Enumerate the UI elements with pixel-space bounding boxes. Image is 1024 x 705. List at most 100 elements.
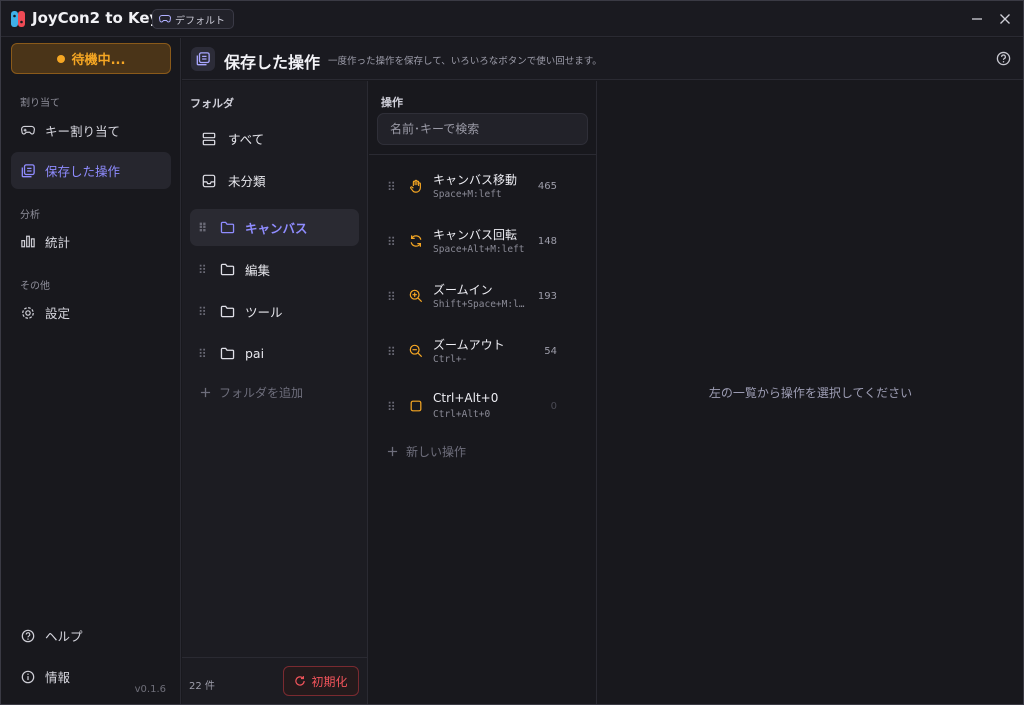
- folder-edit[interactable]: ⠿ 編集: [190, 251, 359, 288]
- actions-panel: 操作 ⠿ キャンバス移動 Space+M:left 465 ⠿ キャンバス回転 …: [369, 81, 597, 704]
- version-label: v0.1.6: [134, 684, 166, 695]
- layers-icon: [196, 52, 210, 66]
- action-name: ズームイン: [433, 283, 493, 297]
- drag-handle-icon[interactable]: ⠿: [387, 235, 396, 249]
- folder-icon: [220, 347, 235, 360]
- page-title: 保存した操作: [224, 53, 321, 72]
- folder-label: 編集: [245, 263, 271, 278]
- detail-panel: 左の一覧から操作を選択してください: [598, 81, 1023, 704]
- action-count: 193: [537, 291, 557, 302]
- drag-handle-icon[interactable]: ⠿: [198, 348, 207, 360]
- action-count: 465: [537, 181, 557, 192]
- search-input[interactable]: [377, 113, 588, 145]
- action-item[interactable]: ⠿ キャンバス回転 Space+Alt+M:left 148: [369, 217, 597, 267]
- app-logo-icon: [11, 11, 25, 27]
- nav-key-assign[interactable]: キー割り当て: [11, 112, 171, 149]
- folders-label: フォルダ: [190, 97, 234, 110]
- inbox-icon: [202, 174, 216, 187]
- zoom-out-icon: [409, 344, 423, 358]
- stack-icon: [202, 132, 216, 145]
- folder-tools[interactable]: ⠿ ツール: [190, 293, 359, 330]
- saved-ops-header-icon: [191, 47, 215, 71]
- new-action-button[interactable]: 新しい操作: [387, 443, 466, 460]
- rotate-icon: [410, 235, 422, 247]
- drag-handle-icon[interactable]: ⠿: [387, 400, 396, 414]
- help-icon: [21, 629, 35, 642]
- drag-handle-icon[interactable]: ⠿: [387, 290, 396, 304]
- help-icon[interactable]: [996, 51, 1011, 66]
- nav-label: ヘルプ: [45, 629, 83, 644]
- nav-help[interactable]: ヘルプ: [11, 617, 171, 654]
- minimize-icon: [972, 18, 982, 20]
- folder-label: 未分類: [228, 174, 266, 189]
- folder-canvas[interactable]: ⠿ キャンバス: [190, 209, 359, 246]
- drag-handle-icon[interactable]: ⠿: [387, 345, 396, 359]
- nav-saved-ops[interactable]: 保存した操作: [11, 152, 171, 189]
- folder-icon: [220, 305, 235, 318]
- sidebar: 待機中... 割り当て キー割り当て 保存した操作 分析 統計 その他 設定 ヘ…: [1, 38, 181, 704]
- action-count: 0: [550, 401, 557, 412]
- action-item[interactable]: ⠿ ズームアウト Ctrl+- 54: [369, 327, 597, 377]
- page-subtitle: 一度作った操作を保存して、いろいろなボタンで使い回せます。: [328, 56, 602, 67]
- actions-label: 操作: [381, 96, 403, 109]
- status-button[interactable]: 待機中...: [11, 43, 171, 74]
- folder-label: すべて: [228, 132, 265, 147]
- folder-icon: [220, 221, 235, 234]
- nav-settings[interactable]: 設定: [11, 294, 171, 331]
- folder-uncategorized[interactable]: 未分類: [190, 162, 359, 199]
- status-dot: [56, 54, 65, 63]
- section-label-assign: 割り当て: [20, 98, 60, 109]
- section-label-analysis: 分析: [20, 210, 40, 221]
- gamepad-icon: [159, 15, 171, 23]
- nav-label: 統計: [45, 235, 71, 250]
- action-name: ズームアウト: [433, 338, 505, 352]
- reset-button[interactable]: 初期化: [283, 666, 359, 696]
- folder-label: ツール: [245, 305, 283, 320]
- action-item[interactable]: ⠿ Ctrl+Alt+0 Ctrl+Alt+0 0: [369, 382, 597, 432]
- action-keys: Ctrl+-: [433, 354, 468, 365]
- action-item[interactable]: ⠿ ズームイン Shift+Space+M:l… 193: [369, 272, 597, 322]
- divider: [369, 154, 597, 155]
- drag-handle-icon[interactable]: ⠿: [198, 264, 207, 276]
- gamepad-icon: [21, 125, 35, 135]
- empty-state-message: 左の一覧から操作を選択してください: [708, 386, 913, 400]
- plus-icon: [387, 446, 398, 457]
- refresh-icon: [295, 676, 306, 686]
- info-icon: [21, 670, 35, 683]
- drag-handle-icon[interactable]: ⠿: [198, 306, 207, 318]
- nav-stats[interactable]: 統計: [11, 223, 171, 260]
- action-item[interactable]: ⠿ キャンバス移動 Space+M:left 465: [369, 162, 597, 212]
- nav-label: 情報: [45, 670, 71, 685]
- nav-label: キー割り当て: [45, 124, 121, 139]
- folder-all[interactable]: すべて: [190, 120, 359, 157]
- nav-label: 設定: [45, 306, 71, 321]
- action-keys: Ctrl+Alt+0: [433, 409, 491, 420]
- action-count: 54: [544, 346, 557, 357]
- action-keys: Space+Alt+M:left: [433, 244, 525, 255]
- drag-handle-icon[interactable]: ⠿: [198, 222, 207, 234]
- action-count: 148: [537, 236, 557, 247]
- minimize-button[interactable]: [967, 9, 987, 29]
- action-name: キャンバス回転: [433, 228, 518, 242]
- action-keys: Shift+Space+M:l…: [433, 299, 525, 310]
- action-name: Ctrl+Alt+0: [433, 391, 499, 405]
- app-title: JoyCon2 to Key: [32, 9, 160, 27]
- folder-pai[interactable]: ⠿ pai: [190, 335, 359, 372]
- close-button[interactable]: [995, 9, 1015, 29]
- folders-footer: 22 件 初期化: [182, 657, 367, 704]
- folders-panel: フォルダ すべて 未分類 ⠿ キャンバス ⠿ 編集 ⠿ ツール ⠿ pai フォ…: [182, 81, 368, 704]
- page-header: 保存した操作 一度作った操作を保存して、いろいろなボタンで使い回せます。: [182, 38, 1023, 80]
- zoom-in-icon: [409, 289, 423, 303]
- bar-chart-icon: [21, 235, 35, 248]
- profile-selector[interactable]: デフォルト: [152, 9, 234, 29]
- item-count: 22 件: [189, 681, 215, 692]
- plus-icon: [200, 387, 211, 398]
- layers-icon: [21, 163, 35, 177]
- section-label-other: その他: [20, 281, 50, 292]
- new-action-label: 新しい操作: [406, 445, 467, 459]
- folder-label: キャンバス: [245, 221, 308, 236]
- add-folder-button[interactable]: フォルダを追加: [200, 384, 303, 401]
- square-icon: [410, 400, 422, 412]
- drag-handle-icon[interactable]: ⠿: [387, 180, 396, 194]
- folder-icon: [220, 263, 235, 276]
